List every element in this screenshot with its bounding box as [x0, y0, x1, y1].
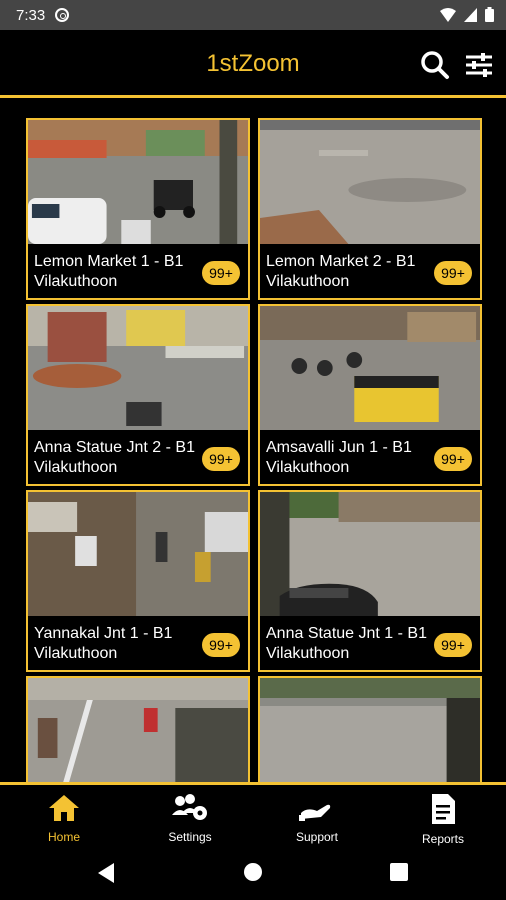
app-bar: 1stZoom [0, 30, 506, 96]
camera-thumbnail [28, 492, 248, 616]
bottom-nav: Home Settings Support Reports [0, 782, 506, 849]
camera-title: Yannakal Jnt 1 - B1 Vilakuthoon [34, 625, 173, 662]
camera-tile[interactable] [26, 676, 250, 782]
camera-thumbnail [260, 678, 480, 782]
count-badge: 99+ [202, 261, 240, 285]
nav-support[interactable]: Support [267, 793, 367, 844]
camera-tile[interactable]: Amsavalli Jun 1 - B1 Vilakuthoon 99+ [258, 304, 482, 486]
count-badge: 99+ [202, 447, 240, 471]
camera-thumbnail [260, 120, 480, 244]
search-icon[interactable] [420, 50, 450, 80]
recents-icon[interactable] [390, 863, 408, 881]
nav-home[interactable]: Home [14, 793, 114, 844]
camera-title: Anna Statue Jnt 1 - B1 Vilakuthoon [266, 625, 427, 662]
count-badge: 99+ [202, 633, 240, 657]
signal-icon [464, 7, 477, 22]
camera-tile[interactable] [258, 676, 482, 782]
camera-title: Lemon Market 2 - B1 Vilakuthoon [266, 253, 416, 290]
settings-icon [172, 794, 207, 820]
nav-settings[interactable]: Settings [140, 793, 240, 844]
camera-tile[interactable]: Yannakal Jnt 1 - B1 Vilakuthoon 99+ [26, 490, 250, 672]
camera-thumbnail [28, 678, 248, 782]
home-button-icon[interactable] [243, 862, 263, 882]
camera-tile[interactable]: Anna Statue Jnt 1 - B1 Vilakuthoon 99+ [258, 490, 482, 672]
camera-thumbnail [260, 306, 480, 430]
back-icon[interactable] [96, 862, 116, 884]
nfc-icon [55, 8, 70, 22]
camera-title: Anna Statue Jnt 2 - B1 Vilakuthoon [34, 439, 195, 476]
battery-icon [485, 7, 494, 22]
camera-title: Amsavalli Jun 1 - B1 Vilakuthoon [266, 439, 412, 476]
status-bar: 7:33 [0, 0, 506, 30]
system-nav-bar [0, 846, 506, 900]
reports-icon [432, 794, 455, 824]
nav-reports[interactable]: Reports [393, 793, 493, 846]
system-icons [440, 7, 494, 22]
camera-tile[interactable]: Lemon Market 2 - B1 Vilakuthoon 99+ [258, 118, 482, 300]
count-badge: 99+ [434, 261, 472, 285]
count-badge: 99+ [434, 447, 472, 471]
camera-thumbnail [28, 306, 248, 430]
header-divider [0, 95, 506, 98]
camera-title: Lemon Market 1 - B1 Vilakuthoon [34, 253, 184, 290]
support-icon [299, 804, 331, 821]
filter-icon[interactable] [464, 50, 494, 80]
count-badge: 99+ [434, 633, 472, 657]
camera-thumbnail [260, 492, 480, 616]
camera-tile[interactable]: Anna Statue Jnt 2 - B1 Vilakuthoon 99+ [26, 304, 250, 486]
status-time: 7:33 [16, 6, 46, 24]
camera-thumbnail [28, 120, 248, 244]
camera-grid: Lemon Market 1 - B1 Vilakuthoon 99+ Lemo… [26, 118, 482, 782]
home-icon [49, 795, 79, 821]
camera-tile[interactable]: Lemon Market 1 - B1 Vilakuthoon 99+ [26, 118, 250, 300]
wifi-icon [440, 7, 456, 22]
